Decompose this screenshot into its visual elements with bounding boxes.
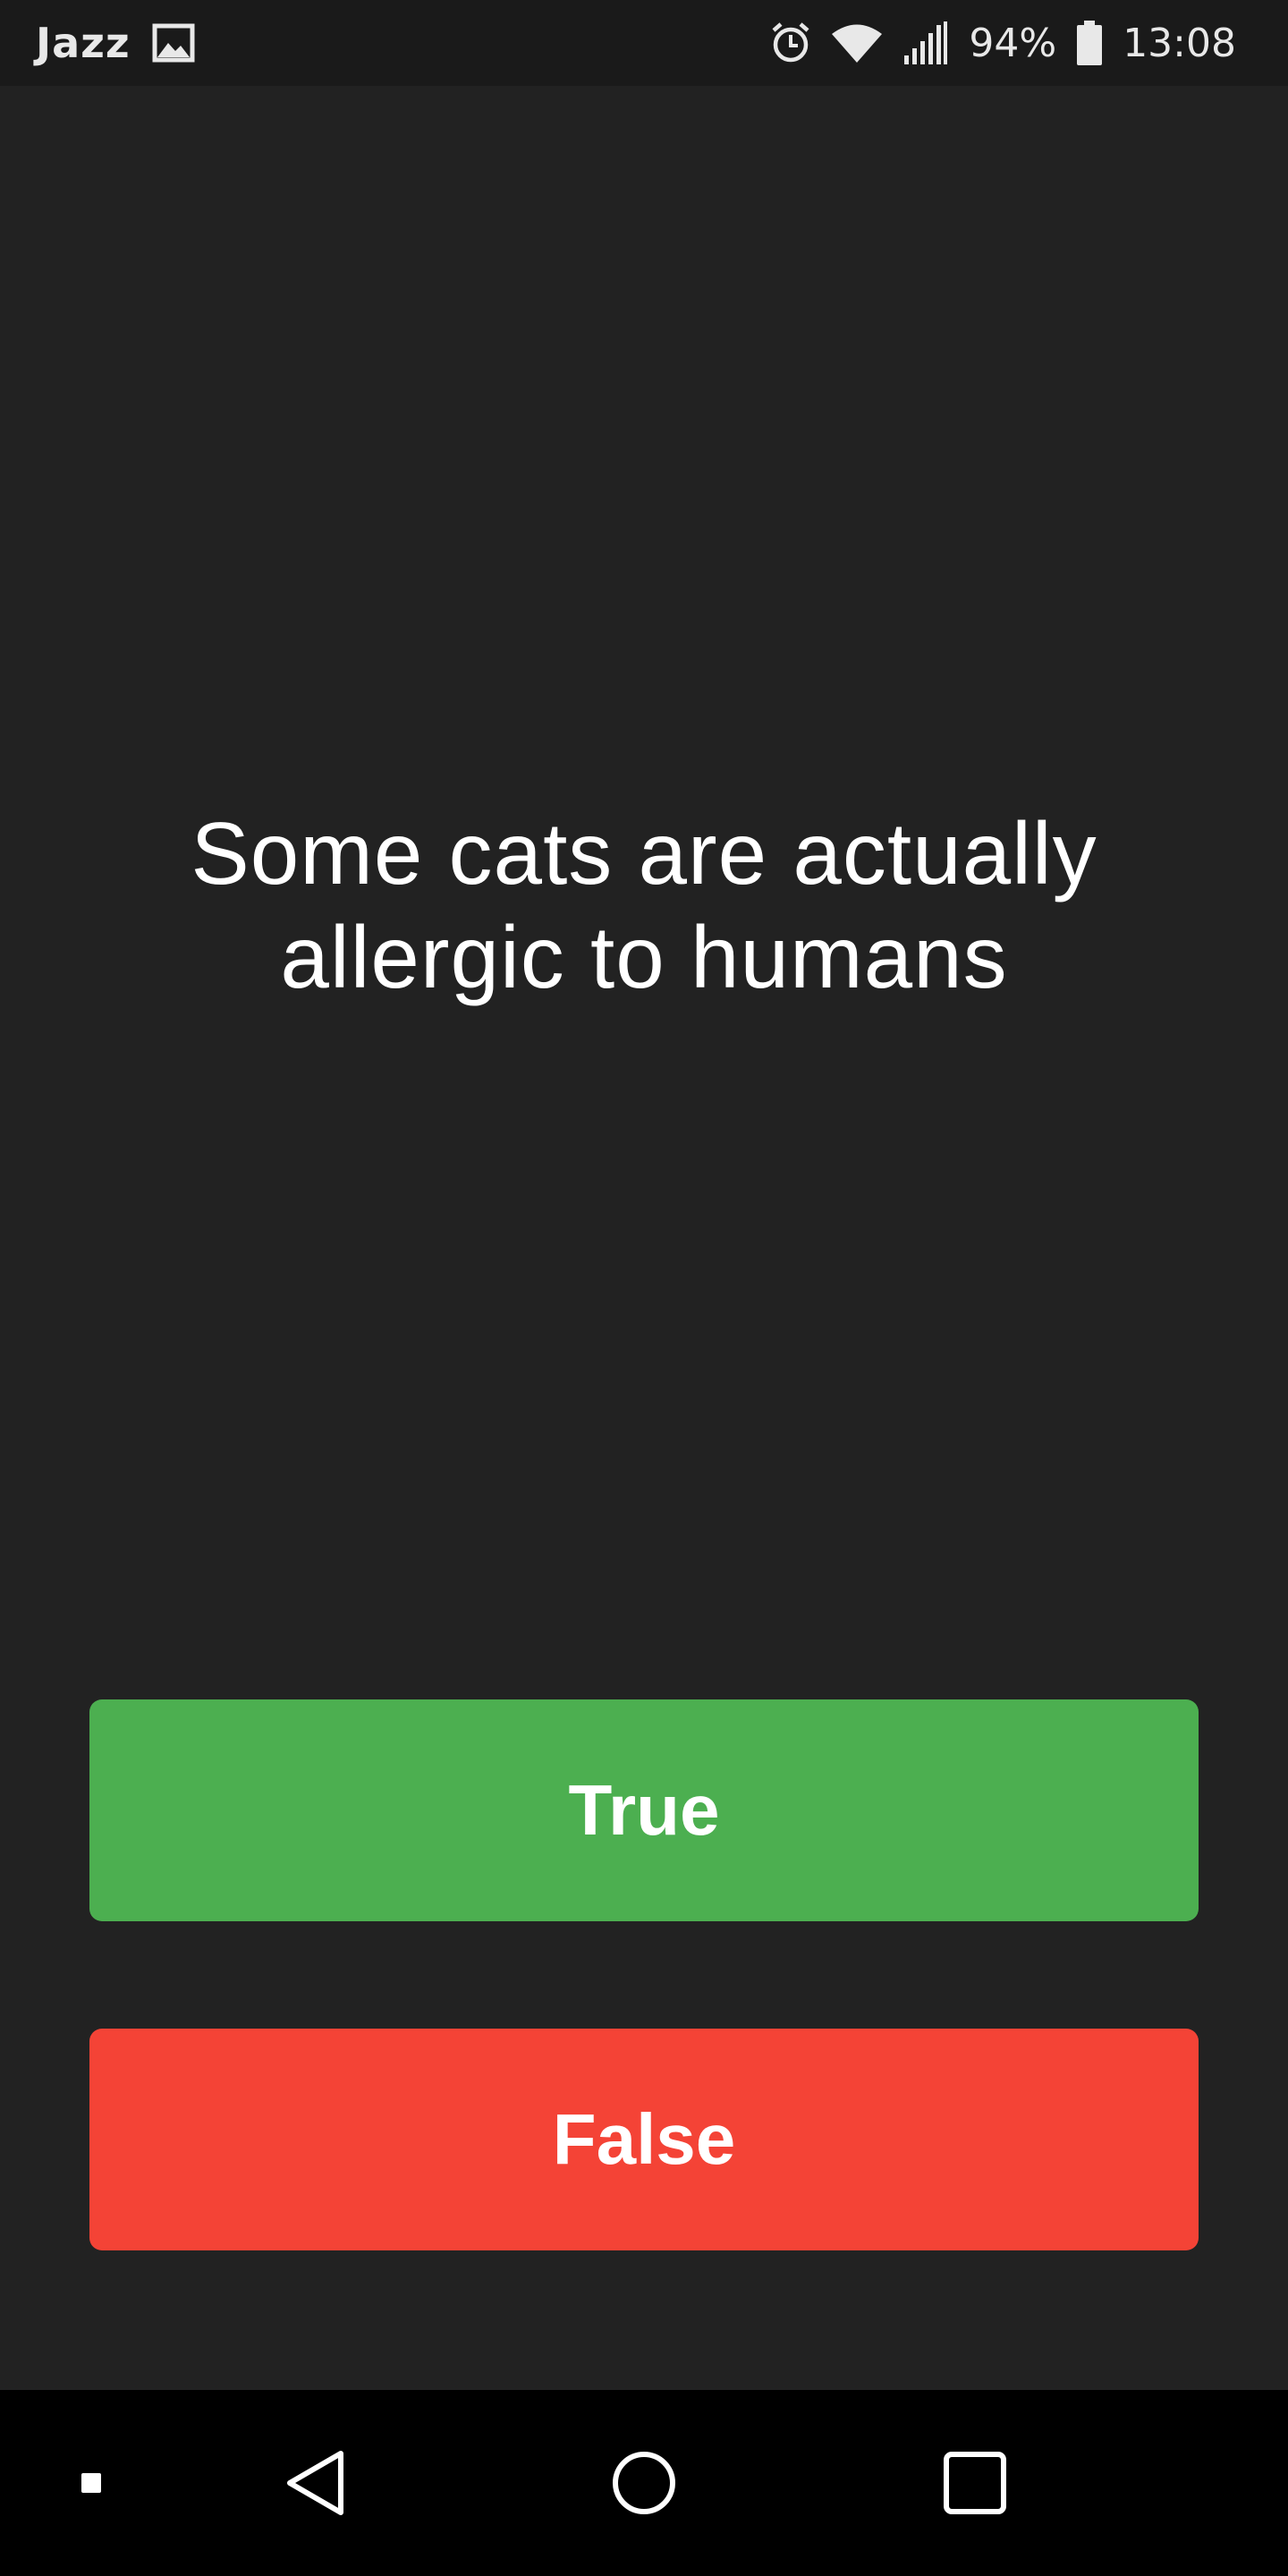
clock: 13:08: [1123, 20, 1236, 66]
recents-icon[interactable]: [930, 2390, 1020, 2576]
true-button[interactable]: True: [89, 1699, 1199, 1921]
status-right: 94% 13:08: [770, 0, 1236, 86]
wifi-icon: [831, 22, 883, 64]
question-text: Some cats are actually allergic to human…: [191, 804, 1097, 1006]
status-left: Jazz: [36, 0, 195, 86]
navigation-bar: [0, 2390, 1288, 2576]
battery-icon: [1076, 21, 1103, 65]
back-icon[interactable]: [268, 2390, 361, 2576]
home-icon[interactable]: [599, 2390, 689, 2576]
carrier-name: Jazz: [36, 19, 131, 67]
alarm-icon: [770, 21, 811, 64]
battery-percent: 94%: [969, 20, 1057, 66]
signal-icon: [902, 21, 949, 64]
false-button[interactable]: False: [89, 2029, 1199, 2250]
image-icon: [152, 23, 195, 63]
status-bar: Jazz 94% 13:08: [0, 0, 1288, 86]
menu-square-icon[interactable]: [63, 2390, 120, 2576]
